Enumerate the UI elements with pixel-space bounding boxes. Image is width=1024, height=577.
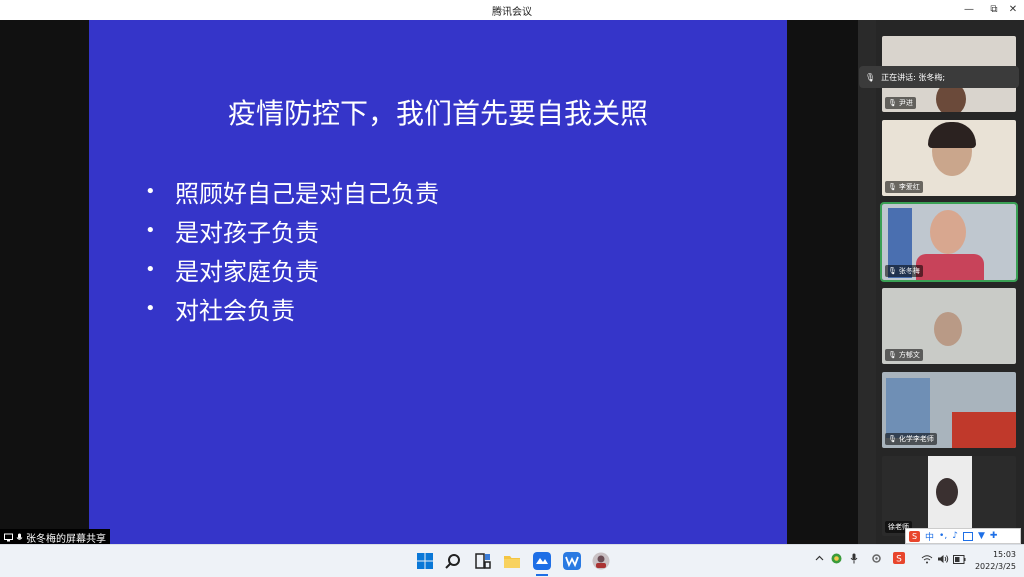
muted-mic-icon: 🎙 xyxy=(888,435,897,443)
room-background xyxy=(952,412,1016,448)
task-view-icon[interactable] xyxy=(474,552,492,570)
bullet-dot: • xyxy=(145,298,156,319)
window-title: 腾讯会议 xyxy=(492,7,532,18)
punctuation-icon[interactable]: •, xyxy=(939,531,947,541)
participant-hair xyxy=(928,122,976,148)
start-button-icon[interactable] xyxy=(416,552,434,570)
participant-tile[interactable]: 🎙 李爱红 xyxy=(882,120,1016,196)
keyboard-icon[interactable] xyxy=(962,531,973,541)
participant-name: 尹进 xyxy=(898,99,913,107)
battery-icon[interactable] xyxy=(953,555,966,564)
participant-name: 方郁文 xyxy=(898,351,920,359)
slide-bullet: • 照顾好自己是对自己负责 xyxy=(145,172,439,211)
chevron-up-icon[interactable] xyxy=(815,554,824,563)
slide-bullet-list: • 照顾好自己是对自己负责 • 是对孩子负责 • 是对家庭负责 • 对社会负责 xyxy=(145,172,439,328)
presentation-slide: 疫情防控下，我们首先要自我关照 • 照顾好自己是对自己负责 • 是对孩子负责 • 是对… xyxy=(89,20,787,544)
title-bar: 腾讯会议 — ⧉ ✕ xyxy=(0,0,1024,20)
participant-clothing xyxy=(916,254,984,280)
system-clock[interactable]: 15:03 2022/3/25 xyxy=(975,549,1016,573)
bullet-text: 是对家庭负责 xyxy=(175,258,319,286)
participant-name-tag: 🎙 李爱红 xyxy=(885,181,923,193)
slide-bullet: • 是对孩子负责 xyxy=(145,211,439,250)
bullet-text: 是对孩子负责 xyxy=(175,219,319,247)
mic-icon: 🎙 xyxy=(888,267,897,275)
clock-date: 2022/3/25 xyxy=(974,562,1016,571)
muted-mic-icon: 🎙 xyxy=(888,183,897,191)
active-speaker-label: 正在讲话: 张冬梅; xyxy=(881,72,946,82)
microphone-icon xyxy=(16,533,23,540)
wifi-icon[interactable] xyxy=(921,554,933,564)
participant-video xyxy=(934,312,962,346)
close-button[interactable]: ✕ xyxy=(1002,2,1024,18)
bullet-dot: • xyxy=(145,181,156,202)
participant-name-tag: 🎙 尹进 xyxy=(885,97,916,109)
participant-name: 李爱红 xyxy=(898,183,920,191)
windows-taskbar: S 15:03 2022/3/25 xyxy=(0,544,1024,577)
settings-tray-icon[interactable] xyxy=(871,553,882,564)
clock-time: 15:03 xyxy=(992,550,1016,559)
sogou-ime-icon[interactable]: S xyxy=(909,530,920,542)
ime-mode-label[interactable]: 中 xyxy=(925,530,934,543)
shared-screen-area: 疫情防控下，我们首先要自我关照 • 照顾好自己是对自己负责 • 是对孩子负责 • 是对… xyxy=(0,20,858,544)
bullet-dot: • xyxy=(145,220,156,241)
tencent-meeting-app-icon[interactable] xyxy=(533,552,551,570)
panel-divider[interactable] xyxy=(858,20,876,544)
participant-tile[interactable]: 🎙 方郁文 xyxy=(882,288,1016,364)
search-icon[interactable] xyxy=(444,552,462,570)
antivirus-tray-icon[interactable]: S xyxy=(893,552,905,564)
bullet-dot: • xyxy=(145,259,156,280)
skin-icon[interactable]: ▼ xyxy=(978,531,985,541)
screen-share-owner: 张冬梅的屏幕共享 xyxy=(26,533,106,545)
participant-video-panel: 🎙 尹进 🎙 李爱红 🎙 张冬梅 🎙 方郁文 🎙 化学李老师 徐老师 xyxy=(876,20,1024,544)
participant-name-tag: 🎙 张冬梅 xyxy=(885,265,923,277)
participant-video xyxy=(930,210,966,254)
file-explorer-icon[interactable] xyxy=(503,552,521,570)
muted-mic-icon: 🎙 xyxy=(888,99,897,107)
participant-name: 张冬梅 xyxy=(898,267,920,275)
participant-tile[interactable]: 徐老师 xyxy=(882,456,1016,536)
avatar-app-icon[interactable] xyxy=(592,552,610,570)
participant-tile-active-speaker[interactable]: 🎙 张冬梅 xyxy=(880,202,1018,282)
slide-title: 疫情防控下，我们首先要自我关照 xyxy=(227,97,648,130)
wps-office-icon[interactable] xyxy=(563,552,581,570)
participant-tile[interactable]: 🎙 化学李老师 xyxy=(882,372,1016,448)
participant-name-tag: 🎙 方郁文 xyxy=(885,349,923,361)
screen-share-label: 张冬梅的屏幕共享 xyxy=(0,529,110,545)
slide-bullet: • 对社会负责 xyxy=(145,289,439,328)
speaker-icon: 🎙 xyxy=(865,72,876,82)
participant-figure xyxy=(936,478,958,506)
muted-mic-icon: 🎙 xyxy=(888,351,897,359)
volume-icon[interactable] xyxy=(937,554,949,564)
active-speaker-indicator: 🎙 正在讲话: 张冬梅; xyxy=(859,66,1019,88)
minimize-button[interactable]: — xyxy=(958,2,980,18)
bullet-text: 照顾好自己是对自己负责 xyxy=(175,180,439,208)
window-background xyxy=(886,378,930,438)
participant-name: 化学李老师 xyxy=(898,435,934,443)
microphone-tray-icon[interactable] xyxy=(850,553,858,564)
bullet-text: 对社会负责 xyxy=(175,297,295,325)
participant-name-tag: 🎙 化学李老师 xyxy=(885,433,937,445)
slide-bullet: • 是对家庭负责 xyxy=(145,250,439,289)
svg-text:S: S xyxy=(896,555,902,565)
ime-toolbar[interactable]: S 中 •, ♪ ▼ ✚ xyxy=(905,528,1021,544)
screen-share-icon xyxy=(4,533,13,541)
toolbox-icon[interactable]: ✚ xyxy=(990,531,998,541)
voice-input-icon[interactable]: ♪ xyxy=(952,531,958,541)
app-tray-icon[interactable] xyxy=(831,553,842,564)
